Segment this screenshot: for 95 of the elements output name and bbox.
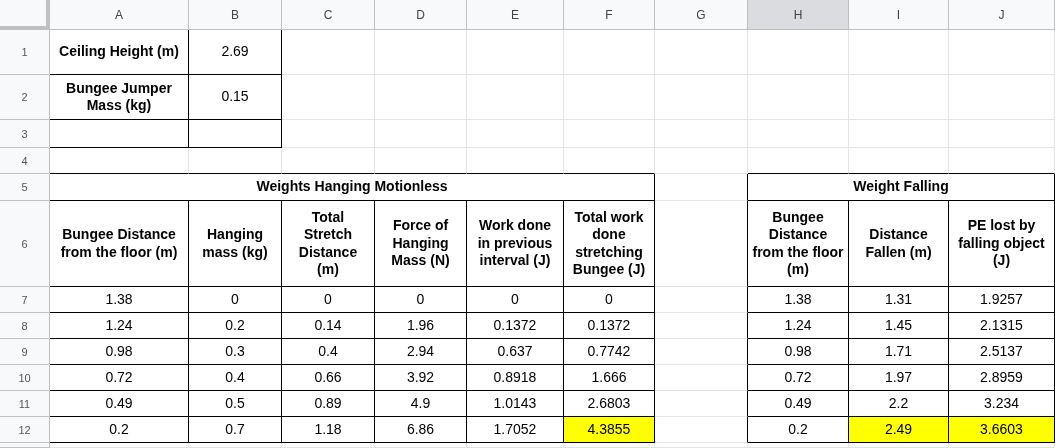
column-header[interactable]: A — [50, 0, 189, 30]
row-header[interactable]: 1 — [0, 30, 50, 75]
empty-cell[interactable] — [655, 201, 748, 287]
row-header[interactable]: 4 — [0, 148, 50, 174]
table-cell: 0.98 — [748, 339, 849, 365]
table-cell: 4.9 — [375, 391, 467, 417]
header-cell: Weight Falling — [748, 174, 1055, 201]
table-cell: 0 — [375, 287, 467, 313]
header-cell: Hanging mass (kg) — [189, 201, 282, 287]
row-header[interactable]: 10 — [0, 365, 50, 391]
column-header[interactable]: J — [949, 0, 1055, 30]
table-cell: 1.18 — [282, 417, 375, 443]
table-cell: 1.24 — [50, 313, 189, 339]
column-header[interactable]: F — [564, 0, 655, 30]
table-cell: 0.1372 — [564, 313, 655, 339]
table-cell: 0.4 — [282, 339, 375, 365]
table-cell: 0.72 — [50, 365, 189, 391]
table-cell: 1.666 — [564, 365, 655, 391]
row-header[interactable]: 7 — [0, 287, 50, 313]
column-header[interactable]: C — [282, 0, 375, 30]
table-cell: 0.72 — [748, 365, 849, 391]
header-cell: Distance Fallen (m) — [849, 201, 949, 287]
header-cell: Bungee Jumper Mass (kg) — [50, 75, 189, 120]
table-cell: 0.7 — [189, 417, 282, 443]
table-cell: 0.2 — [189, 313, 282, 339]
empty-cell[interactable] — [655, 313, 748, 339]
table-cell: 0.49 — [50, 391, 189, 417]
table-cell: 0.98 — [50, 339, 189, 365]
empty-cell[interactable] — [655, 365, 748, 391]
header-cell: Bungee Distance from the floor (m) — [50, 201, 189, 287]
row-header[interactable]: 2 — [0, 75, 50, 120]
table-cell: 1.71 — [849, 339, 949, 365]
header-cell: Work done in previous interval (J) — [467, 201, 564, 287]
table-cell: 2.94 — [375, 339, 467, 365]
table-cell: 0.8918 — [467, 365, 564, 391]
table-cell: 0.49 — [748, 391, 849, 417]
table-cell: 3.92 — [375, 365, 467, 391]
table-cell: 1.9257 — [949, 287, 1055, 313]
column-header[interactable]: E — [467, 0, 564, 30]
table-cell: 0 — [282, 287, 375, 313]
table-cell: 0.1372 — [467, 313, 564, 339]
row-header[interactable]: 8 — [0, 313, 50, 339]
row-header[interactable]: 11 — [0, 391, 50, 417]
header-cell: Total work done stretching Bungee (J) — [564, 201, 655, 287]
table-cell: 0.15 — [189, 75, 282, 120]
column-header[interactable]: G — [655, 0, 748, 30]
table-cell: 0.2 — [50, 417, 189, 443]
header-cell: Ceiling Height (m) — [50, 30, 189, 75]
table-cell: 1.38 — [748, 287, 849, 313]
table-cell: 0.66 — [282, 365, 375, 391]
column-header[interactable]: B — [189, 0, 282, 30]
table-cell: 4.3855 — [564, 417, 655, 443]
table-cell: 2.5137 — [949, 339, 1055, 365]
table-cell: 1.24 — [748, 313, 849, 339]
table-cell: 0.7742 — [564, 339, 655, 365]
header-cell: Total Stretch Distance (m) — [282, 201, 375, 287]
table-cell: 0.3 — [189, 339, 282, 365]
table-cell: 1.31 — [849, 287, 949, 313]
table-cell: 1.38 — [50, 287, 189, 313]
row-header[interactable]: 9 — [0, 339, 50, 365]
table-cell: 3.6603 — [949, 417, 1055, 443]
column-header[interactable]: I — [849, 0, 949, 30]
table-cell: 1.45 — [849, 313, 949, 339]
table-cell: 0 — [467, 287, 564, 313]
table-cell: 1.0143 — [467, 391, 564, 417]
table-cell: 0.89 — [282, 391, 375, 417]
table-cell: 2.49 — [849, 417, 949, 443]
empty-cell[interactable] — [655, 174, 748, 201]
table-cell: 0.5 — [189, 391, 282, 417]
table-cell: 1.97 — [849, 365, 949, 391]
table-cell: 0.637 — [467, 339, 564, 365]
table-cell: 0.14 — [282, 313, 375, 339]
table-cell: 0 — [189, 287, 282, 313]
table-cell: 0 — [564, 287, 655, 313]
column-header[interactable]: D — [375, 0, 467, 30]
row-header[interactable]: 3 — [0, 120, 50, 148]
row-header[interactable]: 6 — [0, 201, 50, 287]
row-header[interactable]: 5 — [0, 174, 50, 201]
header-cell: PE lost by falling object (J) — [949, 201, 1055, 287]
header-cell: Weights Hanging Motionless — [50, 174, 655, 201]
select-all-corner[interactable] — [0, 0, 50, 30]
empty-cell[interactable] — [655, 287, 748, 313]
empty-cell[interactable] — [189, 120, 282, 148]
empty-cell[interactable] — [655, 339, 748, 365]
row-header[interactable]: 12 — [0, 417, 50, 443]
header-cell: Bungee Distance from the floor (m) — [748, 201, 849, 287]
table-cell: 6.86 — [375, 417, 467, 443]
table-cell: 2.8959 — [949, 365, 1055, 391]
table-cell: 2.1315 — [949, 313, 1055, 339]
column-header[interactable]: H — [748, 0, 849, 30]
table-cell: 1.96 — [375, 313, 467, 339]
table-cell: 0.4 — [189, 365, 282, 391]
header-cell: Force of Hanging Mass (N) — [375, 201, 467, 287]
table-cell: 2.69 — [189, 30, 282, 75]
empty-cell[interactable] — [655, 391, 748, 417]
